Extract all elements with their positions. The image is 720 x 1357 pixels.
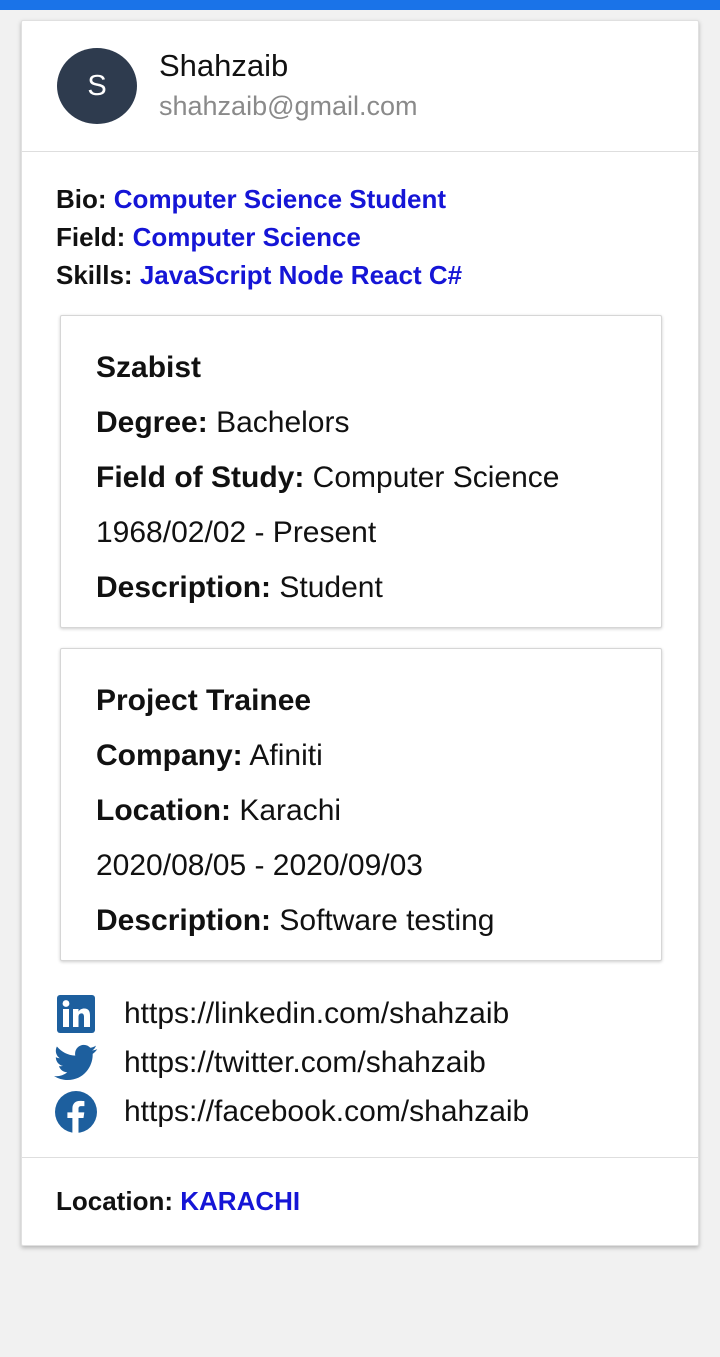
field-label: Field: [56, 222, 126, 252]
linkedin-icon [54, 992, 98, 1036]
footer-divider [22, 1157, 698, 1158]
linkedin-url: https://linkedin.com/shahzaib [124, 996, 510, 1030]
facebook-url: https://facebook.com/shahzaib [124, 1094, 530, 1128]
degree-value: Bachelors [216, 406, 350, 439]
footer-location-label: Location: [56, 1186, 173, 1216]
company-value: Afiniti [249, 739, 323, 772]
education-description: Description: Student [96, 560, 661, 615]
field-of-study-value: Computer Science [312, 461, 560, 494]
education-card[interactable]: Szabist Degree: Bachelors Field of Study… [60, 315, 662, 628]
skills-row: Skills: JavaScript Node React C# [56, 256, 698, 294]
skills-label: Skills: [56, 260, 133, 290]
profile-info: Bio: Computer Science Student Field: Com… [22, 152, 698, 294]
profile-name: Shahzaib [159, 48, 289, 83]
experience-location-value: Karachi [239, 794, 342, 827]
social-links: https://linkedin.com/shahzaib https://tw… [54, 989, 529, 1136]
experience-location: Location: Karachi [96, 783, 661, 838]
footer-location: Location: KARACHI [56, 1186, 300, 1217]
education-description-value: Student [279, 571, 383, 604]
profile-email: shahzaib@gmail.com [159, 91, 418, 121]
social-link-linkedin[interactable]: https://linkedin.com/shahzaib [54, 989, 529, 1038]
avatar[interactable]: S [57, 48, 137, 124]
social-link-facebook[interactable]: https://facebook.com/shahzaib [54, 1087, 529, 1136]
bio-row: Bio: Computer Science Student [56, 180, 698, 218]
experience-description: Description: Software testing [96, 893, 661, 948]
experience-card[interactable]: Project Trainee Company: Afiniti Locatio… [60, 648, 662, 961]
company-label: Company: [96, 739, 243, 772]
education-field: Field of Study: Computer Science [96, 450, 661, 505]
twitter-url: https://twitter.com/shahzaib [124, 1045, 486, 1079]
experience-description-value: Software testing [279, 904, 495, 937]
degree-label: Degree: [96, 406, 208, 439]
profile-header: S Shahzaib shahzaib@gmail.com [22, 21, 698, 152]
experience-description-label: Description: [96, 904, 272, 937]
bio-value: Computer Science Student [113, 184, 447, 214]
profile-card: S Shahzaib shahzaib@gmail.com Bio: Compu… [21, 20, 699, 1246]
education-description-label: Description: [96, 571, 272, 604]
social-link-twitter[interactable]: https://twitter.com/shahzaib [54, 1038, 529, 1087]
twitter-icon [54, 1041, 98, 1085]
education-institution: Szabist [96, 351, 202, 384]
bio-label: Bio: [56, 184, 107, 214]
experience-dates: 2020/08/05 - 2020/09/03 [96, 849, 423, 882]
education-dates: 1968/02/02 - Present [96, 516, 377, 549]
top-accent-bar [0, 0, 720, 10]
experience-title: Project Trainee [96, 684, 312, 717]
education-degree: Degree: Bachelors [96, 395, 661, 450]
field-of-study-label: Field of Study: [96, 461, 305, 494]
field-value: Computer Science [132, 222, 361, 252]
facebook-icon [54, 1090, 98, 1134]
experience-company: Company: Afiniti [96, 728, 661, 783]
skills-value: JavaScript Node React C# [139, 260, 463, 290]
experience-location-label: Location: [96, 794, 231, 827]
footer-location-value: KARACHI [180, 1186, 301, 1216]
field-row: Field: Computer Science [56, 218, 698, 256]
